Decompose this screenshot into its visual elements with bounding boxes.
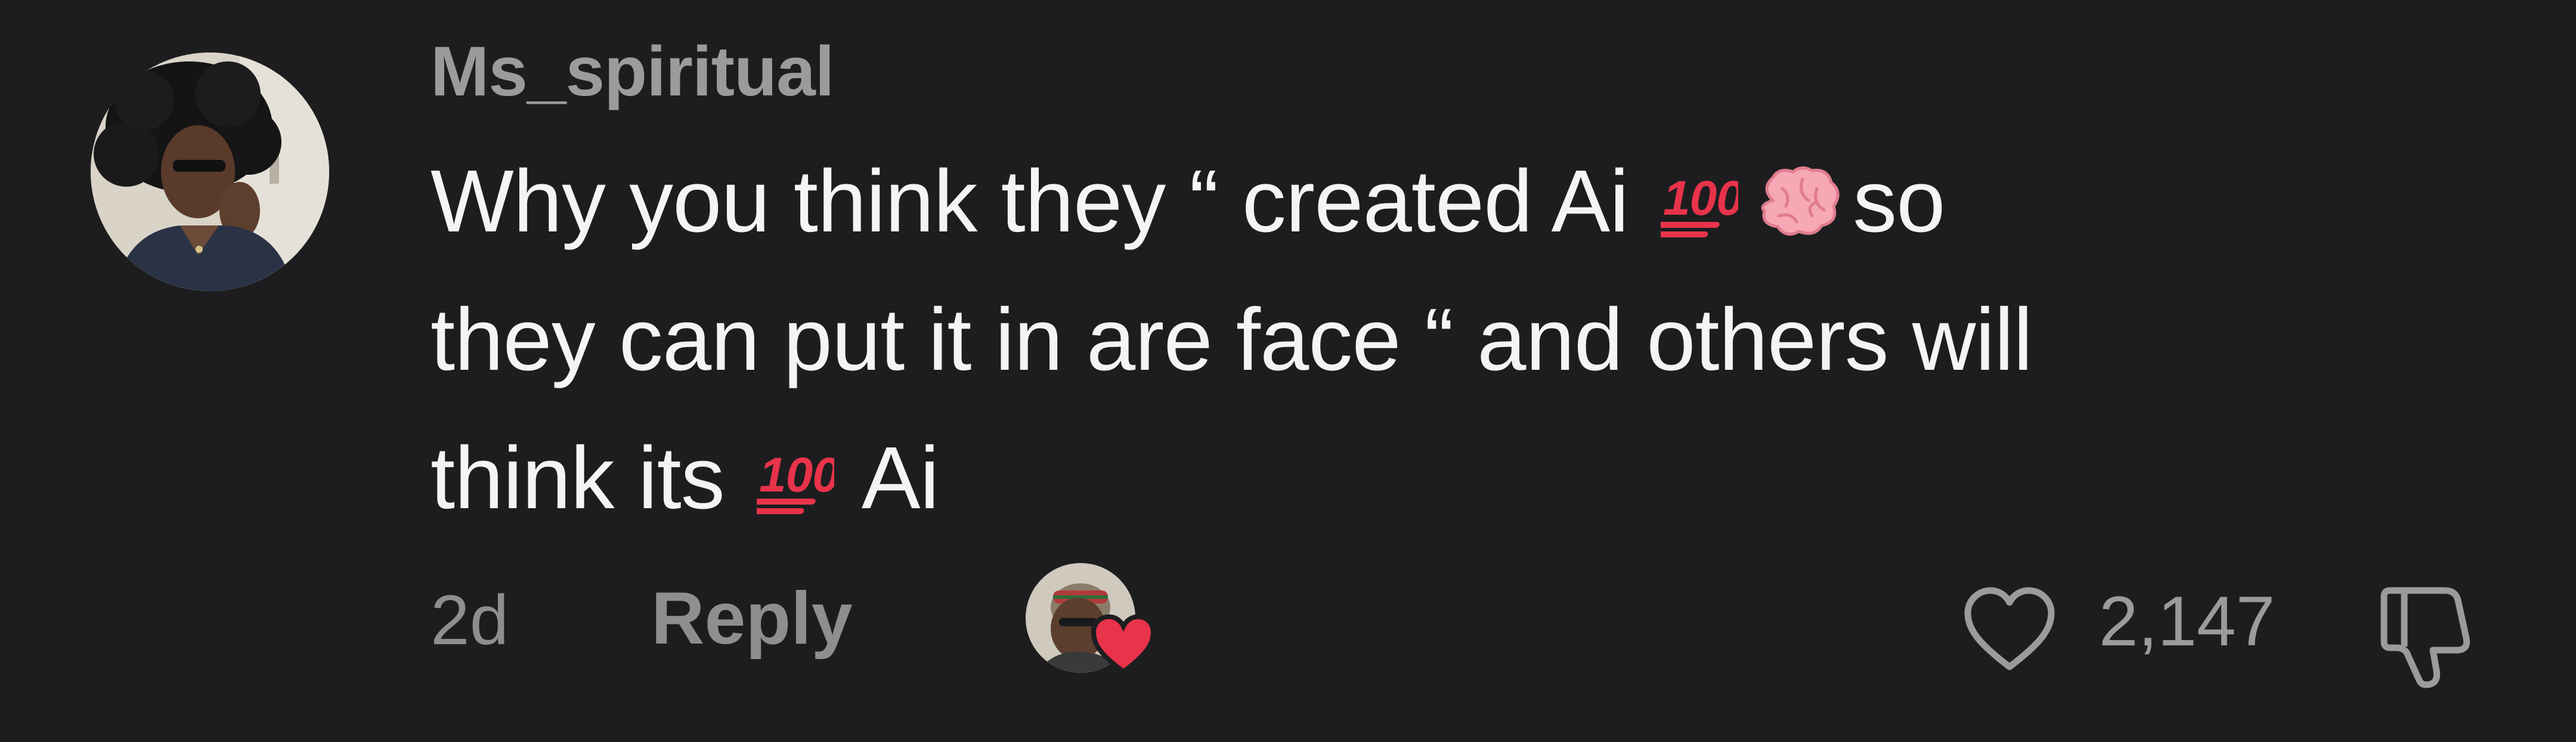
username[interactable]: Ms_spiritual [431,31,835,112]
hundred-points-emoji: 100 [746,420,840,558]
comment-line: think its 100 Ai [431,409,2458,548]
like-count: 2,147 [2099,582,2275,661]
svg-text:100: 100 [759,448,834,502]
comment-text-segment: Ai [842,429,940,527]
comment-text-segment: so [1853,152,1945,251]
comment-line: Why you think they “ created Ai 100 so [431,132,2458,271]
reply-button[interactable]: Reply [651,576,853,661]
hundred-points-emoji: 100 [1651,143,1744,282]
liked-by-creator-badge [1026,563,1163,682]
comment-line: they can put it in are face “ and others… [431,290,2033,389]
user-avatar[interactable] [91,52,329,291]
brain-emoji [1755,143,1844,282]
svg-text:100: 100 [1663,171,1738,225]
comment-text-segment: think its [431,429,748,527]
heart-outline-icon[interactable] [1962,585,2057,674]
thumbs-down-icon[interactable] [2366,574,2485,693]
comment-text-segment: Why you think they “ created Ai [431,152,1653,251]
comment-text: Why you think they “ created Ai 100 so th… [431,132,2458,548]
comment-timestamp: 2d [431,581,509,660]
red-heart-icon [1091,614,1156,675]
avatar-photo [91,52,329,291]
comment-item: Ms_spiritual Why you think they “ create… [0,0,2576,742]
